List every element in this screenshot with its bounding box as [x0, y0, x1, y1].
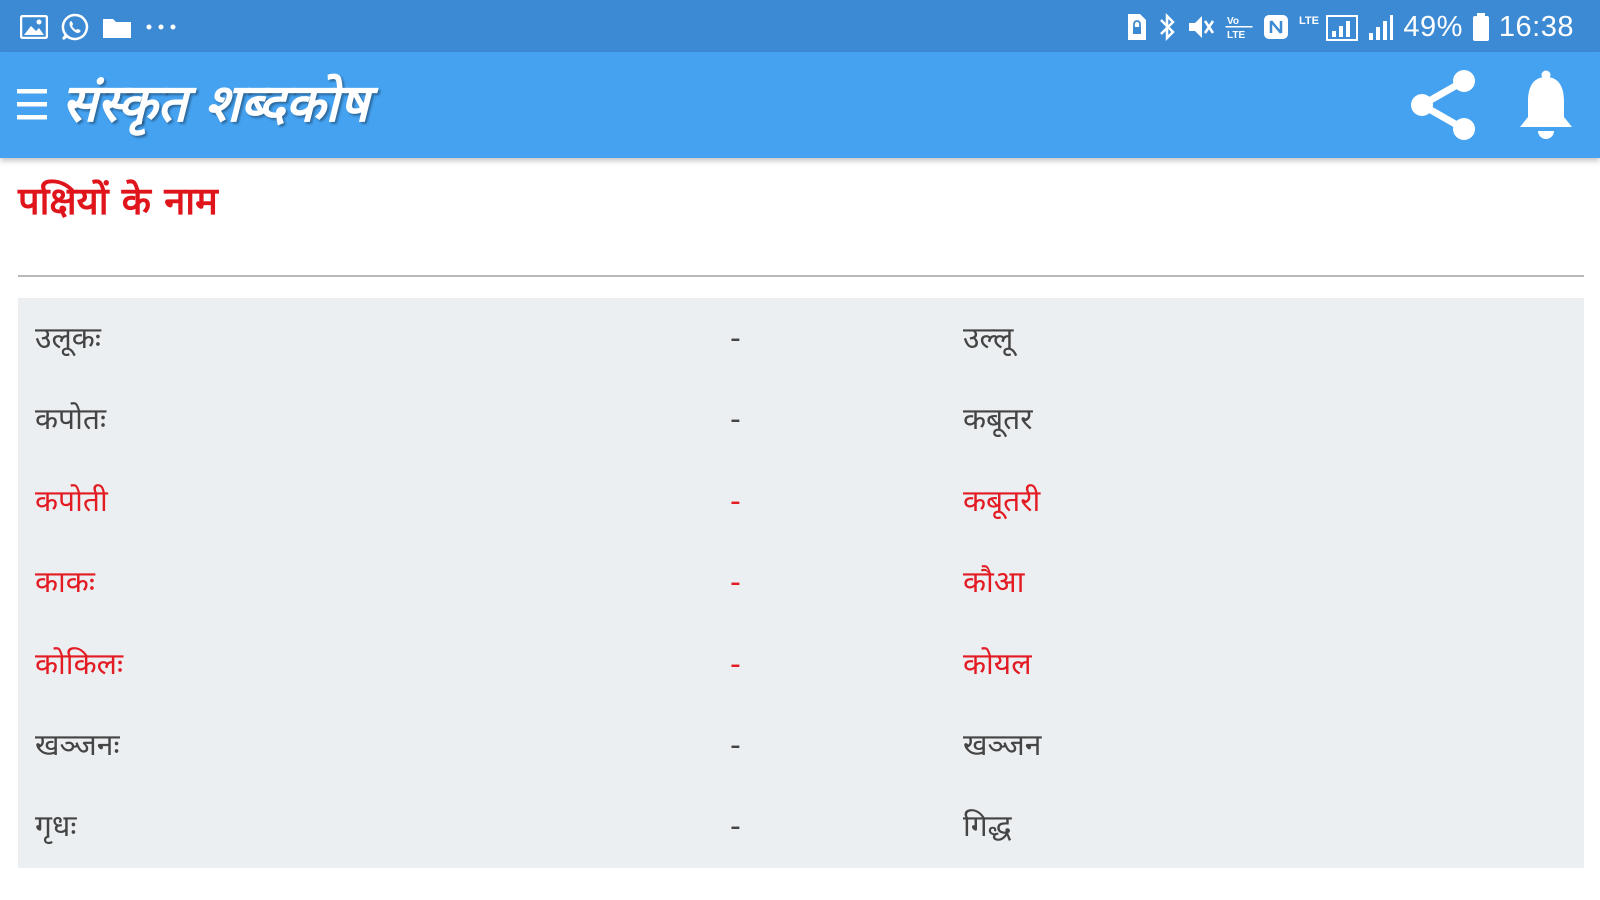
whatsapp-icon: [60, 12, 90, 42]
sanskrit-word: कपोतः: [35, 402, 107, 438]
separator: -: [730, 565, 741, 601]
separator: -: [730, 321, 741, 356]
menu-button[interactable]: [14, 81, 50, 127]
lte-signal-icon: LTE: [1299, 12, 1359, 42]
battery-icon: [1472, 12, 1490, 42]
section-divider: [18, 275, 1584, 277]
status-right-icons: Vo LTE LTE 49% 16:38: [1126, 10, 1574, 44]
sanskrit-word: कपोती: [35, 483, 108, 519]
list-item[interactable]: गृधः - गिद्ध: [18, 786, 1584, 867]
volte-icon: Vo LTE: [1225, 12, 1253, 42]
list-item[interactable]: खञ्जनः - खञ्जन: [18, 705, 1584, 786]
hindi-word: गिद्ध: [963, 809, 1012, 845]
battery-percentage: 49%: [1403, 10, 1463, 43]
separator: -: [730, 646, 741, 682]
notification-button[interactable]: [1508, 64, 1584, 146]
hindi-word: कबूतरी: [963, 483, 1041, 519]
nfc-icon: [1262, 12, 1290, 42]
share-button[interactable]: [1402, 64, 1484, 146]
hindi-word: कोयल: [963, 646, 1032, 682]
sanskrit-word: काकः: [35, 565, 95, 601]
app-bar: संस्कृत शब्दकोष: [0, 52, 1600, 158]
svg-text:LTE: LTE: [1227, 30, 1245, 41]
gallery-icon: [20, 12, 48, 42]
list-item[interactable]: काकः - कौआ: [18, 542, 1584, 623]
sanskrit-word: खञ्जनः: [35, 727, 120, 763]
svg-text:LTE: LTE: [1299, 15, 1319, 27]
section-title: पक्षियों के नाम: [18, 179, 218, 223]
separator: -: [730, 402, 741, 438]
status-bar: Vo LTE LTE 49% 16:38: [0, 0, 1600, 52]
hindi-word: कबूतर: [963, 402, 1033, 438]
hindi-word: खञ्जन: [963, 727, 1042, 763]
sanskrit-word: कोकिलः: [35, 646, 124, 682]
bell-icon: [1520, 70, 1572, 139]
folder-icon: [102, 12, 132, 42]
separator: -: [730, 483, 741, 519]
sanskrit-word: गृधः: [35, 809, 77, 845]
hindi-word: कौआ: [963, 565, 1025, 601]
separator: -: [730, 809, 741, 845]
list-item[interactable]: कोकिलः - कोयल: [18, 624, 1584, 705]
sanskrit-word: उलूकः: [35, 321, 101, 356]
clock: 16:38: [1498, 10, 1574, 43]
bluetooth-icon: [1157, 12, 1177, 42]
list-item[interactable]: उलूकः - उल्लू: [18, 298, 1584, 379]
svg-text:Vo: Vo: [1227, 16, 1239, 27]
menu-icon: [17, 89, 47, 120]
sim-lock-icon: [1126, 12, 1148, 42]
signal-bars-icon: [1368, 12, 1394, 42]
app-title: संस्कृत शब्दकोष: [62, 73, 369, 134]
share-icon: [1411, 70, 1475, 140]
list-item[interactable]: कपोती - कबूतरी: [18, 461, 1584, 542]
list-item[interactable]: कपोतः - कबूतर: [18, 379, 1584, 460]
status-left-icons: [20, 12, 178, 42]
more-dots-icon: [144, 12, 178, 42]
word-list: उलूकः - उल्लू कपोतः - कबूतर कपोती - कबूत…: [18, 298, 1584, 868]
hindi-word: उल्लू: [963, 321, 1014, 356]
mute-icon: [1186, 12, 1216, 42]
separator: -: [730, 727, 741, 763]
